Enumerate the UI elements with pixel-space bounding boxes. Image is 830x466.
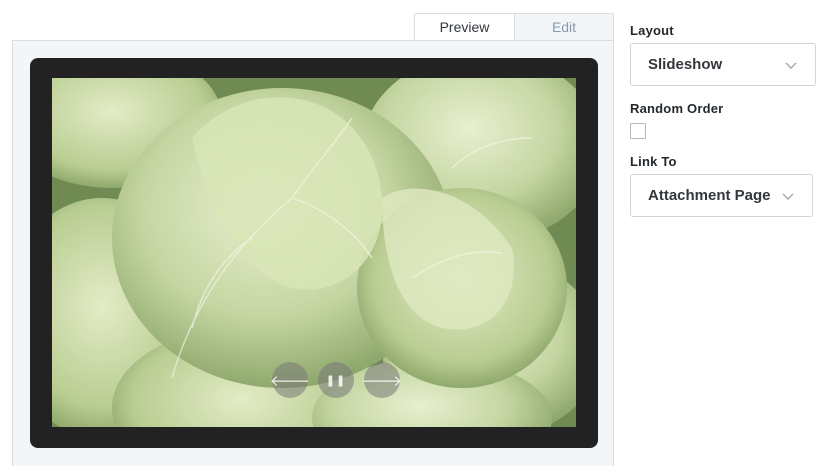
link-to-label: Link To [630, 154, 677, 169]
layout-select-value: Slideshow [648, 56, 723, 73]
link-to-select[interactable]: Attachment Page [630, 174, 813, 217]
tab-edit[interactable]: Edit [515, 13, 614, 41]
chevron-down-icon [782, 193, 794, 200]
link-to-select-value: Attachment Page [648, 187, 771, 204]
chevron-down-icon [785, 62, 797, 69]
preview-panel: 🡐 ❚❚ 🡒 [12, 40, 614, 466]
layout-label: Layout [630, 23, 674, 38]
slideshow-frame: 🡐 ❚❚ 🡒 [30, 58, 598, 448]
slideshow-image: 🡐 ❚❚ 🡒 [52, 78, 576, 427]
tab-preview[interactable]: Preview [414, 13, 515, 41]
random-order-checkbox[interactable] [630, 123, 646, 139]
next-slide-button[interactable]: 🡒 [362, 362, 402, 398]
random-order-label: Random Order [630, 101, 724, 116]
layout-select[interactable]: Slideshow [630, 43, 816, 86]
pause-slideshow-button[interactable]: ❚❚ [318, 362, 354, 398]
previous-slide-button[interactable]: 🡐 [270, 362, 310, 398]
preview-edit-tabs: Preview Edit [414, 13, 614, 41]
